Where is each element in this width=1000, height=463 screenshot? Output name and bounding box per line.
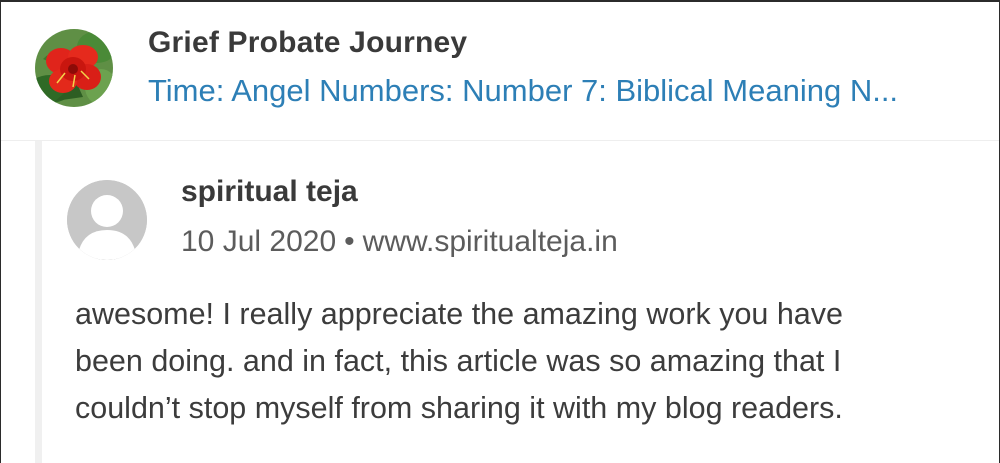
blog-title[interactable]: Grief Probate Journey: [148, 26, 467, 60]
blog-avatar[interactable]: [35, 29, 113, 107]
comment-author[interactable]: spiritual teja: [181, 175, 358, 209]
comment-date: 10 Jul 2020: [181, 225, 337, 258]
thread-indent-line: [35, 141, 42, 463]
commenter-website-link[interactable]: www.spiritualteja.in: [363, 225, 618, 258]
commenter-avatar[interactable]: [67, 180, 147, 260]
comment-line: awesome! I really appreciate the amazing…: [75, 297, 843, 331]
comment-card: spiritual teja 10 Jul 2020 • www.spiritual…: [1, 141, 999, 463]
comment-body: awesome! I really appreciate the amazing…: [75, 291, 975, 432]
comment-line: couldn’t stop myself from sharing it wit…: [75, 391, 843, 425]
post-link[interactable]: Time: Angel Numbers: Number 7: Biblical …: [148, 73, 898, 109]
default-user-avatar-icon: [67, 180, 147, 260]
screenshot-frame: Grief Probate Journey Time: Angel Number…: [0, 0, 1000, 463]
post-header: Grief Probate Journey Time: Angel Number…: [1, 2, 999, 141]
comment-line: been doing. and in fact, this article wa…: [75, 344, 842, 378]
meta-separator: •: [344, 225, 355, 258]
red-flower-icon: [35, 29, 113, 107]
comment-meta: 10 Jul 2020 • www.spiritualteja.in: [181, 225, 618, 259]
